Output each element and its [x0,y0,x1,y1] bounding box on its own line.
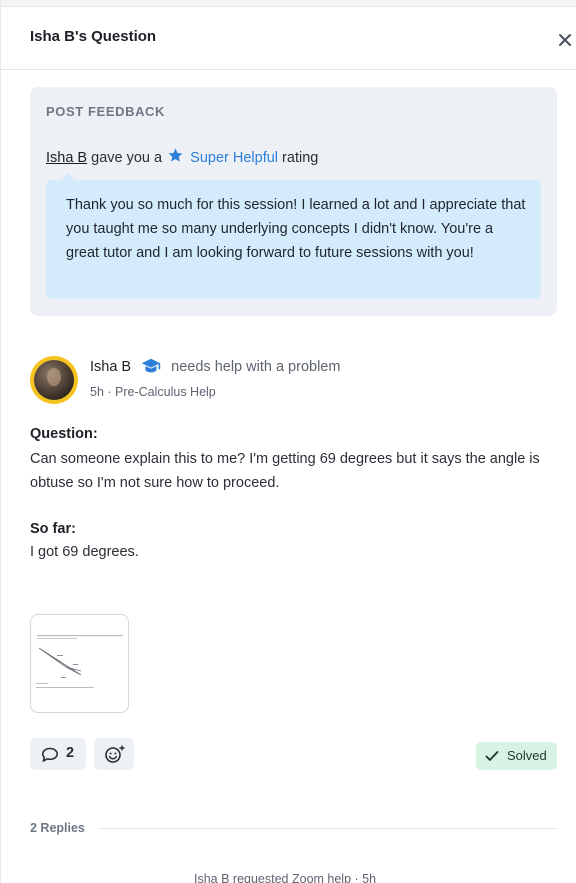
rating-suffix: rating [282,150,319,166]
panel-title: Isha B's Question [30,28,157,45]
poster-line: Isha B needs help with a problem [90,358,340,375]
add-reaction-icon [105,745,125,763]
graduation-cap-icon [141,358,161,373]
question-text: Can someone explain this to me? I'm gett… [30,451,540,491]
comments-button[interactable]: 2 [30,738,86,770]
feedback-message-bubble: Thank you so much for this session! I le… [46,173,541,299]
check-icon [485,751,499,761]
panel-header: Isha B's Question [1,6,576,70]
close-icon [559,34,571,46]
activity-line: Isha B requested Zoom help · 5h [194,872,377,883]
question-panel: Isha B's Question POST FEEDBACK Isha B g… [0,0,576,883]
so-far-text: I got 69 degrees. [30,544,139,560]
gave-text: gave you a [91,150,163,166]
add-reaction-button[interactable] [94,738,134,770]
attachment-thumbnail[interactable] [30,614,129,713]
feedback-heading: POST FEEDBACK [46,104,166,119]
so-far-label: So far: [30,521,76,537]
feedback-message: Thank you so much for this session! I le… [66,197,526,261]
star-icon [168,148,183,162]
feedback-user-link[interactable]: Isha B [46,150,87,166]
solved-badge: Solved [476,742,557,770]
rating-line: Isha B gave you a Super Helpful rating [46,147,318,166]
avatar-photo [34,360,74,400]
comment-icon [42,747,58,762]
solved-label: Solved [507,748,547,763]
post-meta: 5h · Pre-Calculus Help [90,385,216,399]
close-button[interactable] [557,32,573,48]
rating-label: Super Helpful [190,150,279,166]
post-action-text: needs help with a problem [171,359,341,375]
bubble-tail [60,173,76,181]
triangle-diagram-thumbnail [36,635,123,688]
replies-count-label: 2 Replies [30,821,85,835]
author-name[interactable]: Isha B [90,359,131,375]
question-label: Question: [30,426,98,442]
avatar[interactable] [30,356,78,404]
post-feedback-card: POST FEEDBACK Isha B gave you a Super He… [30,87,557,316]
comment-count: 2 [66,745,75,761]
replies-divider [99,828,557,829]
